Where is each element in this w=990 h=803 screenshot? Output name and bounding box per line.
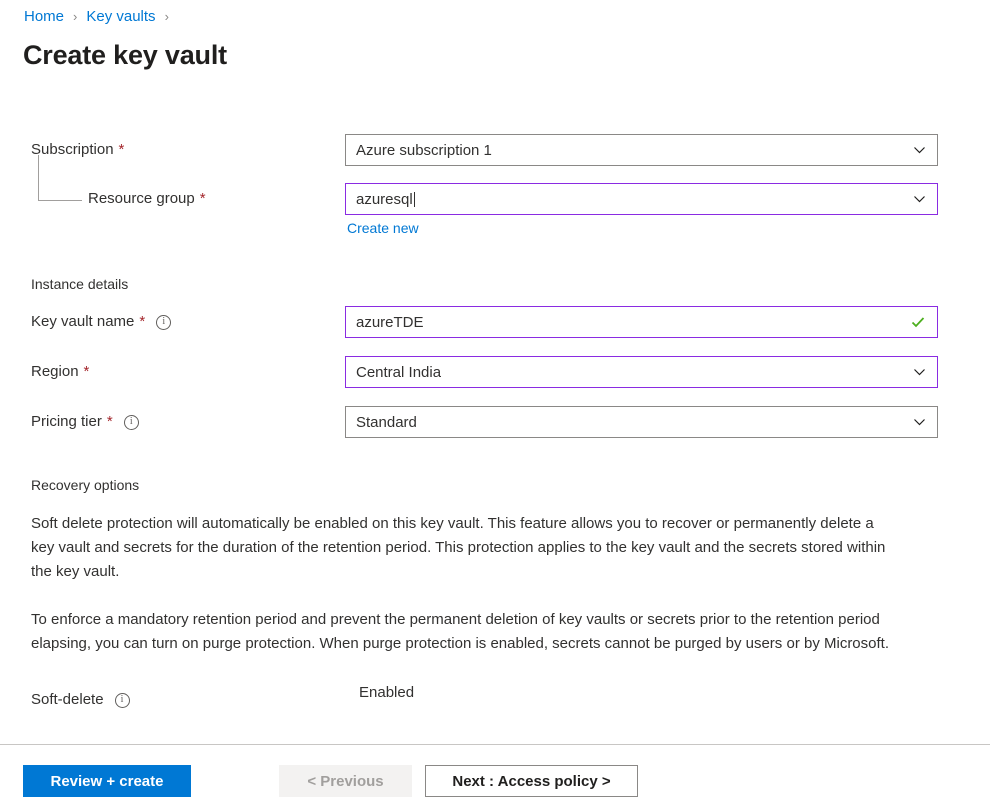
key-vault-name-label-container: Key vault name * i [0, 306, 345, 332]
required-asterisk: * [106, 413, 113, 430]
region-field-container: Central India [345, 356, 938, 388]
required-asterisk: * [139, 313, 146, 330]
breadcrumb-item-home[interactable]: Home [24, 7, 64, 27]
recovery-options-paragraph-2: To enforce a mandatory retention period … [31, 611, 889, 652]
info-icon[interactable]: i [123, 414, 139, 430]
field-row-key-vault-name: Key vault name * i azureTDE [0, 306, 990, 338]
breadcrumb: Home › Key vaults › [24, 7, 178, 27]
pricing-tier-label: Pricing tier [31, 413, 102, 430]
info-icon[interactable]: i [114, 692, 130, 708]
footer-actions: Review + create < Previous Next : Access… [0, 765, 990, 797]
valid-check-icon [911, 315, 925, 329]
region-label-container: Region * [0, 356, 345, 382]
key-vault-name-label: Key vault name [31, 313, 135, 330]
create-key-vault-page: Home › Key vaults › Create key vault Sub… [0, 0, 990, 803]
info-icon[interactable]: i [156, 314, 172, 330]
subscription-label-container: Subscription * [0, 134, 345, 160]
resource-group-value: azuresql [356, 190, 413, 208]
pricing-tier-label-container: Pricing tier * i [0, 406, 345, 432]
key-vault-name-field-container: azureTDE [345, 306, 938, 338]
chevron-down-icon [913, 193, 926, 206]
field-row-subscription: Subscription * Azure subscription 1 [0, 134, 990, 166]
recovery-options-heading: Recovery options [31, 477, 140, 493]
text-caret [413, 191, 415, 207]
required-asterisk: * [118, 141, 125, 158]
resource-group-label-container: Resource group * [0, 183, 345, 209]
soft-delete-label: Soft-delete [31, 691, 104, 708]
resource-group-label: Resource group [88, 190, 195, 207]
subscription-field-container: Azure subscription 1 [345, 134, 938, 166]
region-label: Region [31, 363, 79, 380]
breadcrumb-item-key-vaults[interactable]: Key vaults [86, 7, 155, 27]
soft-delete-value-container: Enabled [345, 684, 938, 702]
breadcrumb-separator-icon: › [73, 9, 78, 24]
key-vault-name-value: azureTDE [356, 313, 424, 331]
resource-group-field-container: azuresql Create new [345, 183, 938, 238]
subscription-value: Azure subscription 1 [356, 141, 492, 159]
footer-divider [0, 744, 990, 745]
key-vault-name-input[interactable]: azureTDE [345, 306, 938, 338]
next-access-policy-button[interactable]: Next : Access policy > [425, 765, 638, 797]
pricing-tier-dropdown[interactable]: Standard [345, 406, 938, 438]
chevron-down-icon [913, 144, 926, 157]
resource-group-dropdown[interactable]: azuresql [345, 183, 938, 215]
chevron-down-icon [913, 416, 926, 429]
required-asterisk: * [83, 363, 90, 380]
field-row-region: Region * Central India [0, 356, 990, 388]
soft-delete-value: Enabled [359, 684, 415, 701]
subscription-dropdown[interactable]: Azure subscription 1 [345, 134, 938, 166]
required-asterisk: * [199, 190, 206, 207]
pricing-tier-field-container: Standard [345, 406, 938, 438]
pricing-tier-value: Standard [356, 413, 417, 431]
breadcrumb-separator-icon: › [164, 9, 169, 24]
chevron-down-icon [913, 366, 926, 379]
subscription-label: Subscription [31, 141, 114, 158]
field-row-resource-group: Resource group * azuresql Create new [0, 155, 990, 238]
soft-delete-label-container: Soft-delete i [0, 684, 345, 710]
review-create-button[interactable]: Review + create [23, 765, 191, 797]
recovery-options-paragraph-1: Soft delete protection will automaticall… [31, 515, 886, 580]
field-row-soft-delete: Soft-delete i Enabled [0, 684, 990, 716]
region-value: Central India [356, 363, 442, 381]
create-key-vault-form: Subscription * Azure subscription 1 Reso… [0, 134, 990, 716]
instance-details-heading: Instance details [31, 276, 129, 292]
create-new-resource-group-link[interactable]: Create new [347, 220, 419, 236]
previous-button[interactable]: < Previous [279, 765, 412, 797]
page-title: Create key vault [23, 40, 227, 70]
region-dropdown[interactable]: Central India [345, 356, 938, 388]
field-row-pricing-tier: Pricing tier * i Standard [0, 406, 990, 438]
